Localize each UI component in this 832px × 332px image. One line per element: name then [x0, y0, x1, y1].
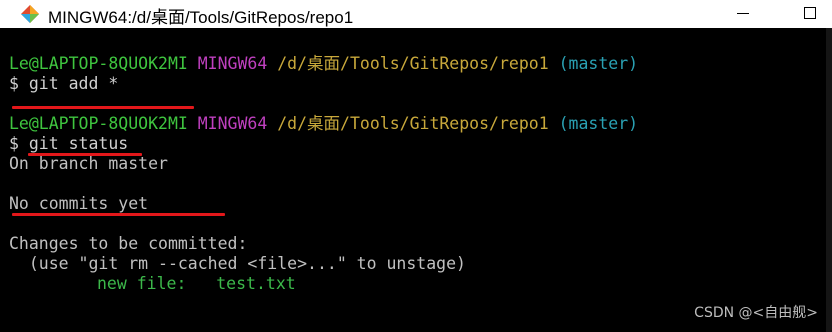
prompt-branch: (master)	[558, 54, 639, 73]
annotation-underline	[12, 213, 225, 216]
prompt-env: MINGW64	[197, 114, 268, 133]
annotation-underline	[28, 153, 142, 156]
command-line: $ git add *	[9, 74, 119, 93]
prompt-path: /d/桌面/Tools/GitRepos/repo1	[277, 54, 549, 73]
prompt-path: /d/桌面/Tools/GitRepos/repo1	[277, 114, 549, 133]
git-bash-diamond-icon	[21, 5, 39, 23]
prompt-line: Le@LAPTOP-8QUOK2MI MINGW64 /d/桌面/Tools/G…	[9, 54, 638, 74]
prompt-user: Le@LAPTOP-8QUOK2MI	[9, 114, 188, 133]
prompt-line: Le@LAPTOP-8QUOK2MI MINGW64 /d/桌面/Tools/G…	[9, 114, 638, 134]
new-file-label: new file:	[97, 274, 187, 293]
scrollbar[interactable]	[826, 28, 832, 332]
minimize-button[interactable]	[726, 0, 762, 28]
window-titlebar: MINGW64:/d/桌面/Tools/GitRepos/repo1	[0, 0, 832, 28]
window-title: MINGW64:/d/桌面/Tools/GitRepos/repo1	[48, 8, 354, 27]
terminal-output[interactable]: Le@LAPTOP-8QUOK2MI MINGW64 /d/桌面/Tools/G…	[0, 38, 832, 332]
prompt-user: Le@LAPTOP-8QUOK2MI	[9, 54, 188, 73]
staged-file-name: test.txt	[216, 274, 296, 293]
output-line: Changes to be committed:	[9, 234, 248, 253]
prompt-branch: (master)	[558, 114, 639, 133]
watermark-text: CSDN @<自由舰>	[694, 305, 818, 321]
prompt-env: MINGW64	[197, 54, 268, 73]
output-line: (use "git rm --cached <file>..." to unst…	[9, 254, 466, 273]
output-line: On branch master	[9, 154, 168, 173]
annotation-underline	[12, 106, 194, 109]
maximize-button[interactable]	[796, 0, 832, 28]
staged-file-line: new file: test.txt	[97, 274, 296, 294]
output-line: No commits yet	[9, 194, 149, 213]
command-line: $ git status	[9, 134, 129, 153]
